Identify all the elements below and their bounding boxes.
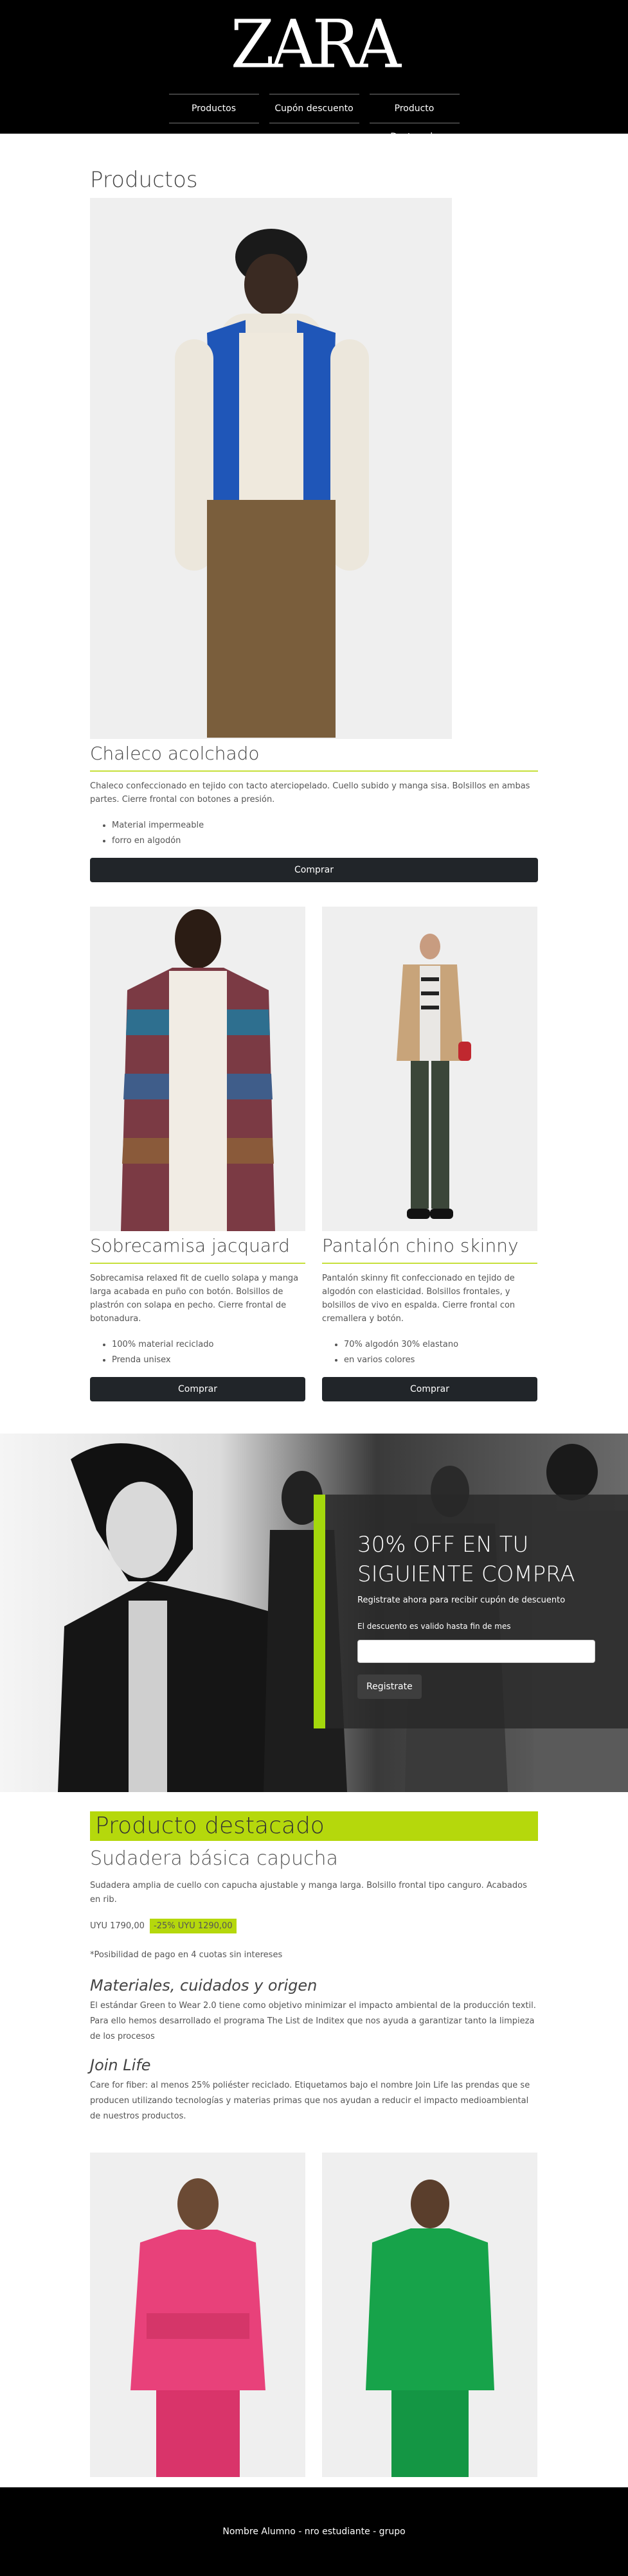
joinlife-text: Care for fiber: al menos 25% poliéster r… [90, 2081, 530, 2121]
featured-section: Producto destacado Sudadera básica capuc… [90, 1811, 538, 2477]
feature-item: en varios colores [344, 1353, 537, 1368]
feature-item: Material impermeable [112, 818, 538, 833]
model-figure-vest [174, 229, 369, 738]
featured-product-desc: Sudadera amplia de cuello con capucha aj… [90, 1881, 527, 1905]
product-desc-jacquard: Sobrecamisa relaxed fit de cuello solapa… [90, 1274, 299, 1324]
coupon-banner: 30% OFF EN TU SIGUIENTE COMPRA Registrat… [0, 1434, 628, 1792]
materials-text: El estándar Green to Wear 2.0 tiene como… [90, 2001, 536, 2041]
footer-text: Nombre Alumno - nro estudiante - grupo [222, 2527, 406, 2537]
product-image-jacquard [90, 907, 305, 1231]
product-image-vest [90, 198, 452, 739]
materials-title: Materiales, cuidados y origen [90, 1976, 318, 1994]
feature-item: 100% material reciclado [112, 1337, 305, 1353]
main-nav: Productos Cupón descuento Producto Desta… [0, 94, 628, 142]
nav-link-productos[interactable]: Productos [168, 94, 259, 123]
coupon-note: El descuento es valido hasta fin de mes [357, 1622, 511, 1631]
product-title-jacquard: Sobrecamisa jacquard [90, 1231, 305, 1264]
model-figure-pink [130, 2178, 265, 2477]
nav-link-cupon[interactable]: Cupón descuento [269, 94, 359, 123]
site-footer: Nombre Alumno - nro estudiante - grupo [0, 2487, 628, 2576]
coupon-email-input[interactable] [357, 1640, 595, 1663]
coupon-title: 30% OFF EN TU SIGUIENTE COMPRA [357, 1532, 575, 1587]
product-title-vest: Chaleco acolchado [90, 739, 538, 772]
products-section: Productos Chaleco acolchado Chaleco conf… [90, 167, 538, 1401]
product-card-chino: Pantalón chino skinny Pantalón skinny fi… [322, 907, 537, 1401]
product-desc-vest: Chaleco confeccionado en tejido con tact… [90, 781, 530, 804]
payment-note: *Posibilidad de pago en 4 cuotas sin int… [90, 1950, 283, 1960]
model-figure-chino [396, 934, 471, 1219]
price-line: UYU 1790,00 -25% UYU 1290,00 [90, 1919, 538, 1933]
buy-button-jacquard[interactable]: Comprar [90, 1377, 305, 1401]
buy-button-vest[interactable]: Comprar [90, 858, 538, 882]
featured-image-green [322, 2153, 537, 2477]
product-features-vest: Material impermeable forro en algodón [90, 818, 538, 849]
feature-item: 70% algodón 30% elastano [344, 1337, 537, 1353]
featured-image-pink [90, 2153, 305, 2477]
feature-item: forro en algodón [112, 833, 538, 849]
register-button[interactable]: Registrate [357, 1674, 422, 1699]
coupon-panel: 30% OFF EN TU SIGUIENTE COMPRA Registrat… [314, 1495, 628, 1728]
buy-button-chino[interactable]: Comprar [322, 1377, 537, 1401]
site-header: ZARA Productos Cupón descuento Producto … [0, 0, 628, 142]
product-features-chino: 70% algodón 30% elastano en varios color… [322, 1337, 537, 1368]
section-title-products: Productos [90, 167, 198, 193]
product-desc-chino: Pantalón skinny fit confeccionado en tej… [322, 1274, 516, 1324]
joinlife-title: Join Life [90, 2056, 151, 2074]
featured-header: Producto destacado [90, 1811, 538, 1841]
price-new: -25% UYU 1290,00 [150, 1919, 237, 1933]
featured-product-title: Sudadera básica capucha [90, 1847, 338, 1870]
feature-item: Prenda unisex [112, 1353, 305, 1368]
model-figure-jacquard [120, 909, 275, 1231]
featured-images [90, 2153, 538, 2477]
product-image-chino [322, 907, 537, 1231]
coupon-subtitle: Registrate ahora para recibir cupón de d… [357, 1595, 566, 1605]
product-features-jacquard: 100% material reciclado Prenda unisex [90, 1337, 305, 1368]
product-card-jacquard: Sobrecamisa jacquard Sobrecamisa relaxed… [90, 907, 305, 1401]
model-figure-green [365, 2180, 494, 2477]
brand-logo[interactable]: ZARA [0, 12, 628, 78]
product-title-chino: Pantalón chino skinny [322, 1231, 537, 1264]
price-old: UYU 1790,00 [90, 1921, 145, 1931]
nav-link-destacado[interactable]: Producto Destacado [369, 94, 460, 142]
